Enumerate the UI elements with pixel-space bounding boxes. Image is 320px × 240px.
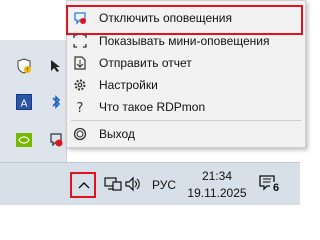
send-report-icon <box>73 56 87 70</box>
volume-icon[interactable] <box>124 176 142 192</box>
question-icon: ? <box>73 100 87 114</box>
highlight-box-menu-item <box>66 5 303 35</box>
menu-item-label: Показывать мини-оповещения <box>99 34 270 48</box>
bluetooth-icon[interactable] <box>48 94 64 110</box>
menu-item-settings[interactable]: Настройки <box>67 74 305 96</box>
app-a-icon[interactable]: A <box>16 94 32 110</box>
svg-text:!: ! <box>26 68 28 74</box>
nvidia-icon[interactable] <box>16 132 32 148</box>
menu-item-about[interactable]: ? Что такое RDPmon <box>67 96 305 118</box>
notification-center-button[interactable]: 6 <box>258 174 284 198</box>
rdpmon-icon[interactable] <box>48 132 64 148</box>
highlight-box-chevron <box>70 172 96 198</box>
shield-warning-icon[interactable]: ! <box>16 58 32 74</box>
exit-icon <box>73 127 87 141</box>
menu-item-exit[interactable]: Выход <box>67 123 305 145</box>
taskbar-clock[interactable]: 21:34 19.11.2025 <box>187 168 247 202</box>
menu-item-label: Что такое RDPmon <box>99 100 206 114</box>
cursor-app-icon[interactable] <box>48 58 64 74</box>
tray-overflow-panel: ! A <box>0 40 67 162</box>
svg-text:A: A <box>21 99 28 110</box>
network-icon[interactable] <box>104 176 122 192</box>
menu-item-label: Отправить отчет <box>99 56 192 70</box>
clock-time: 21:34 <box>201 169 233 183</box>
notification-count-badge: 6 <box>270 182 282 196</box>
taskbar <box>0 162 300 205</box>
menu-item-label: Настройки <box>99 78 158 92</box>
menu-separator <box>71 120 301 121</box>
gear-icon <box>73 78 87 92</box>
mini-notify-icon <box>73 34 87 48</box>
menu-item-send-report[interactable]: Отправить отчет <box>67 52 305 74</box>
menu-item-label: Выход <box>99 127 135 141</box>
language-indicator[interactable]: РУС <box>152 178 176 192</box>
svg-text:?: ? <box>77 101 84 114</box>
clock-date: 19.11.2025 <box>187 186 247 200</box>
